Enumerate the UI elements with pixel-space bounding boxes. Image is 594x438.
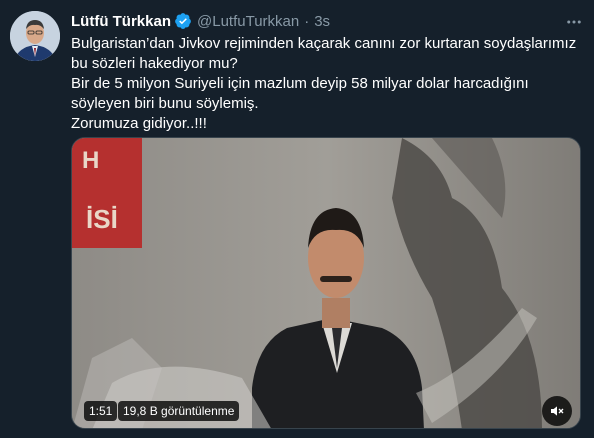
view-count-badge: 19,8 B görüntülenme bbox=[118, 401, 240, 421]
background-sign-text: İSİ bbox=[86, 204, 118, 234]
video-player[interactable]: H İSİ 1:51 19,8 B görüntülenme bbox=[71, 137, 581, 429]
timestamp[interactable]: 3s bbox=[314, 13, 330, 30]
avatar[interactable] bbox=[10, 11, 60, 61]
speaker-muted-icon[interactable] bbox=[542, 396, 572, 426]
tweet-text-line: Bir de 5 milyon Suriyeli için mazlum dey… bbox=[71, 75, 529, 92]
verified-badge-icon bbox=[174, 12, 192, 30]
video-duration-badge: 1:51 bbox=[84, 401, 118, 421]
more-options-icon[interactable] bbox=[563, 11, 585, 33]
display-name[interactable]: Lütfü Türkkan bbox=[71, 13, 171, 30]
tweet-text: Bulgaristan’dan Jivkov rejiminden kaçara… bbox=[71, 34, 577, 134]
tweet-text-line: bu sözleri hakediyor mu? bbox=[71, 55, 238, 72]
separator-dot: · bbox=[304, 12, 310, 30]
tweet-text-line: Bulgaristan’dan Jivkov rejiminden kaçara… bbox=[71, 35, 577, 52]
user-handle[interactable]: @LutfuTurkkan bbox=[197, 13, 299, 30]
tweet-text-line: söyleyen biri bunu söylemiş. bbox=[71, 95, 259, 112]
tweet[interactable]: Lütfü Türkkan @LutfuTurkkan · 3s Bulgari… bbox=[0, 0, 594, 438]
background-sign-text: H bbox=[82, 147, 99, 174]
tweet-text-line: Zorumuza gidiyor..!!! bbox=[71, 115, 207, 132]
video-frame: H İSİ bbox=[72, 138, 580, 428]
tweet-header: Lütfü Türkkan @LutfuTurkkan · 3s bbox=[71, 11, 330, 31]
